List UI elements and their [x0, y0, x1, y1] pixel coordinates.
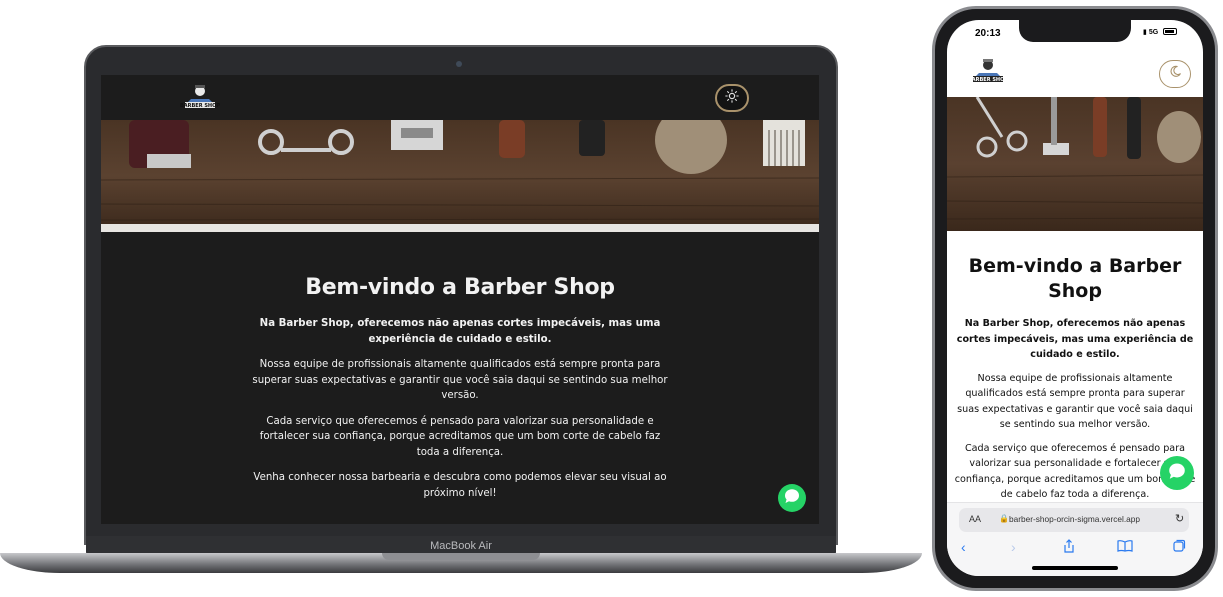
- theme-toggle-button[interactable]: [1159, 60, 1191, 88]
- laptop-model-label: MacBook Air: [430, 540, 492, 552]
- team-paragraph: Nossa equipe de profissionais altamente …: [957, 372, 1193, 431]
- moon-icon: [1169, 65, 1182, 83]
- svg-text:BARBER SHOP: BARBER SHOP: [180, 103, 220, 109]
- welcome-section: Bem-vindo a Barber Shop Na Barber Shop, …: [251, 275, 669, 511]
- address-bar[interactable]: AA 🔒 barber-shop-orcin-sigma.vercel.app …: [959, 508, 1189, 532]
- laptop-screen: BARBER SHOP Bem-vindo a Barber Shop Na B…: [101, 75, 819, 524]
- visit-paragraph: Venha conhecer nossa barbearia e descubr…: [253, 472, 667, 499]
- page-title: Bem-vindo a Barber Shop: [305, 275, 615, 300]
- service-paragraph: Cada serviço que oferecemos é pensado pa…: [259, 415, 661, 458]
- bookmarks-icon[interactable]: [1117, 539, 1133, 555]
- page-title: Bem-vindo a Barber Shop: [968, 255, 1182, 302]
- intro-paragraph: Na Barber Shop, oferecemos não apenas co…: [259, 318, 661, 345]
- tabs-icon[interactable]: [1173, 539, 1186, 555]
- phone-screen: 20:13 ▮ 5G BARBER SHOP Bem-vindo a Barbe…: [947, 20, 1203, 576]
- phone-notch: [1019, 20, 1131, 42]
- theme-toggle-button[interactable]: [715, 84, 749, 112]
- laptop-hinge-notch: [382, 553, 540, 560]
- battery-icon: [1163, 28, 1177, 35]
- signal-icon: ▮: [1143, 29, 1147, 36]
- whatsapp-chat-button[interactable]: [1160, 456, 1194, 490]
- browser-toolbar: AA 🔒 barber-shop-orcin-sigma.vercel.app …: [947, 502, 1203, 576]
- whatsapp-chat-icon: [783, 487, 801, 510]
- home-indicator: [1032, 566, 1118, 570]
- site-header: BARBER SHOP: [101, 75, 819, 120]
- url-text: barber-shop-orcin-sigma.vercel.app: [1009, 514, 1140, 524]
- share-icon[interactable]: [1063, 539, 1075, 556]
- sun-icon: [725, 88, 739, 108]
- lock-icon: 🔒: [999, 514, 1009, 523]
- reload-icon[interactable]: ↻: [1175, 512, 1184, 525]
- hero-banner-image: [101, 120, 819, 232]
- back-icon[interactable]: ‹: [961, 539, 966, 555]
- intro-paragraph: Na Barber Shop, oferecemos não apenas co…: [956, 318, 1194, 360]
- laptop-camera: [456, 61, 462, 67]
- barber-shop-logo[interactable]: BARBER SHOP: [179, 83, 221, 111]
- forward-icon[interactable]: ›: [1011, 539, 1016, 555]
- team-paragraph: Nossa equipe de profissionais altamente …: [252, 359, 668, 401]
- svg-text:BARBER SHOP: BARBER SHOP: [968, 77, 1008, 83]
- whatsapp-chat-icon: [1167, 461, 1187, 486]
- status-network: ▮ 5G: [1143, 29, 1159, 36]
- hero-banner-image: [947, 97, 1203, 231]
- whatsapp-chat-button[interactable]: [778, 484, 806, 512]
- barber-shop-logo[interactable]: BARBER SHOP: [967, 57, 1009, 85]
- reader-settings-button[interactable]: AA: [969, 514, 981, 524]
- status-time: 20:13: [975, 28, 1001, 39]
